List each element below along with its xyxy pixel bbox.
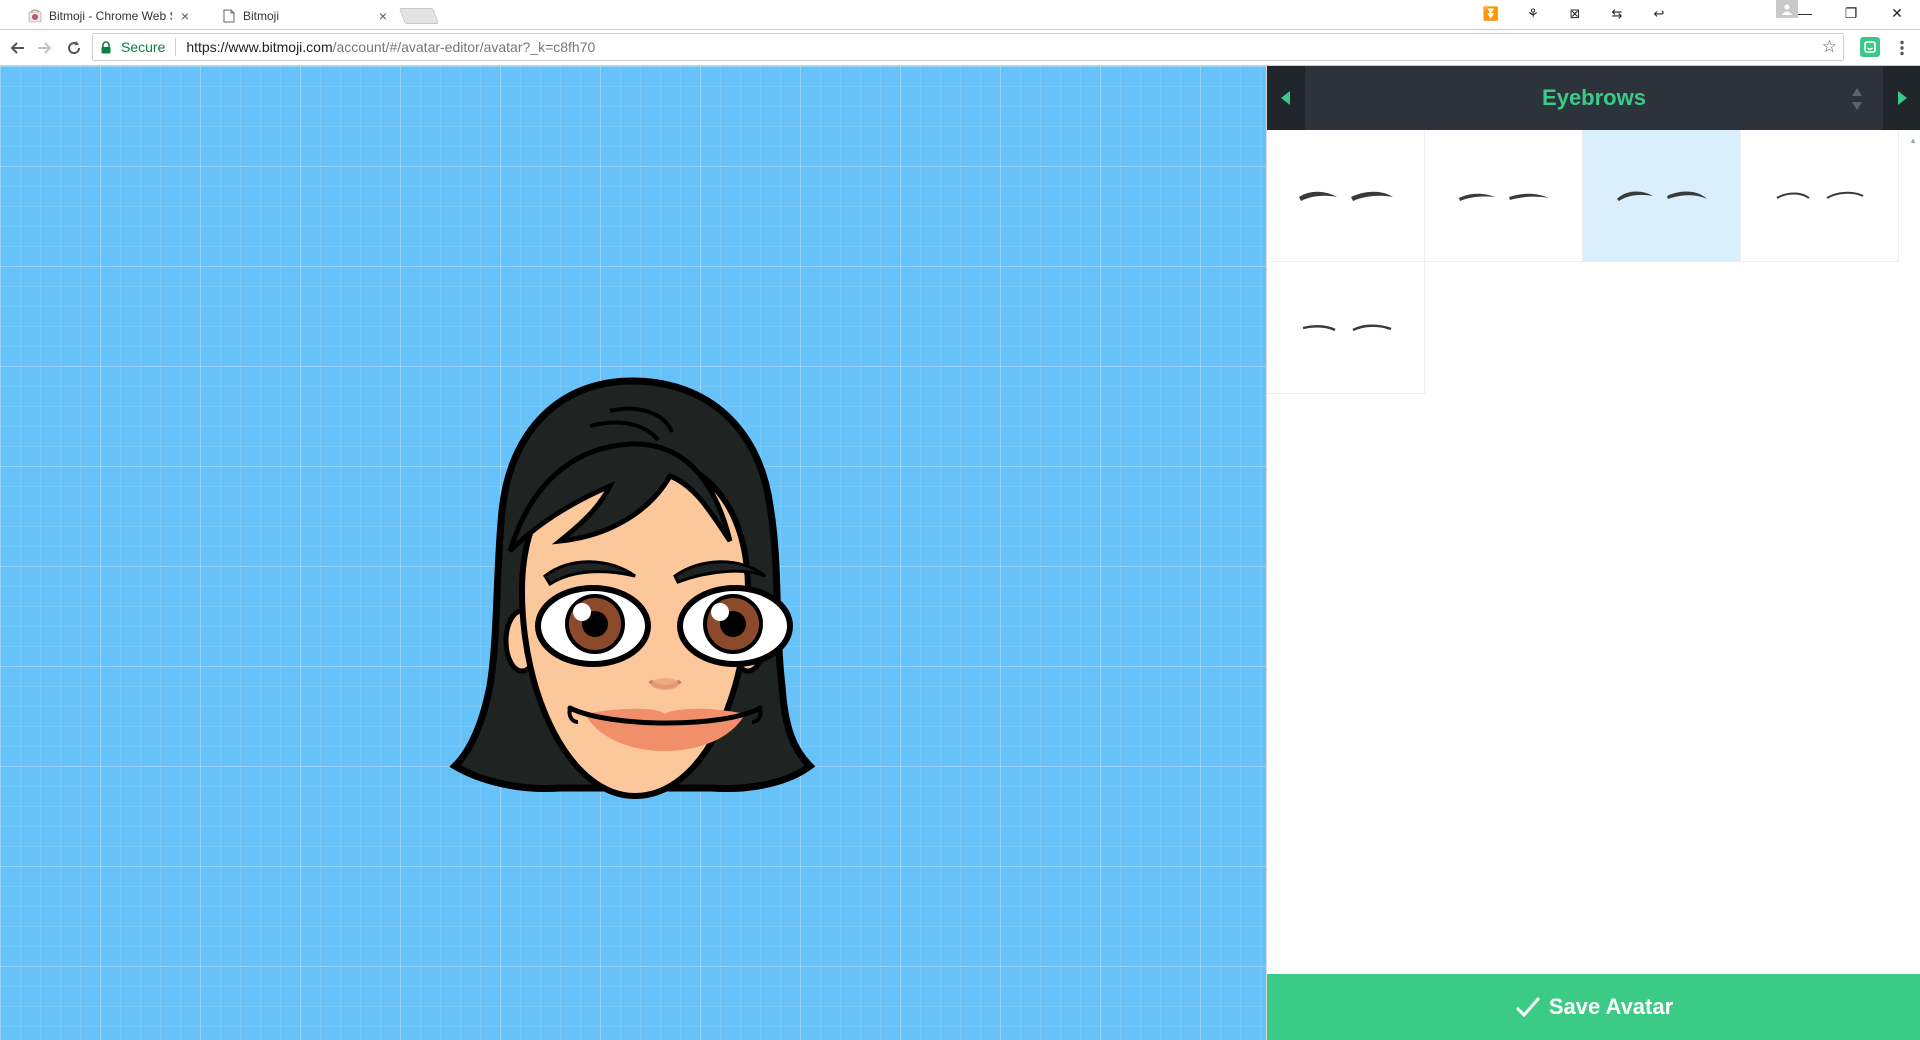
- page-icon: [222, 9, 236, 23]
- category-sort-icon[interactable]: [1851, 88, 1863, 110]
- eyebrow-thin-flat-icon: [1302, 324, 1391, 331]
- close-window-button[interactable]: ✕: [1874, 0, 1920, 26]
- arrow-left-icon: [10, 42, 24, 54]
- minimize-button[interactable]: —: [1782, 0, 1828, 26]
- tab-strip: Bitmoji - Chrome Web St × Bitmoji × ⏬ ⚘ …: [0, 0, 1920, 30]
- triangle-right-icon: [1898, 91, 1907, 105]
- url-path: /account/#/avatar-editor/avatar?_k=c8fh7…: [332, 39, 596, 55]
- eyebrow-option-5[interactable]: [1267, 262, 1425, 394]
- category-header: Eyebrows: [1267, 66, 1920, 130]
- omnibox-separator: [175, 38, 177, 56]
- avatar-face: [449, 377, 816, 800]
- restore-button[interactable]: ❐: [1828, 0, 1874, 26]
- eyebrow-medium-arch-icon: [1616, 190, 1707, 201]
- eyebrow-medium-flat-icon: [1458, 193, 1549, 201]
- eyebrow-option-4[interactable]: [1741, 130, 1899, 262]
- secure-label: Secure: [121, 39, 166, 55]
- extension-flower-icon[interactable]: ⚘: [1522, 4, 1544, 24]
- forward-button[interactable]: [32, 36, 56, 60]
- save-avatar-button[interactable]: Save Avatar: [1267, 974, 1920, 1040]
- back-button[interactable]: [6, 36, 30, 60]
- next-category-button[interactable]: [1883, 66, 1920, 130]
- reload-icon: [68, 41, 81, 55]
- lock-icon: [101, 40, 117, 54]
- extension-icons: ⏬ ⚘ ⊠ ⇆ ↩: [1480, 4, 1670, 24]
- triangle-left-icon: [1281, 91, 1290, 105]
- tab-chrome-web-store[interactable]: Bitmoji - Chrome Web St ×: [10, 2, 202, 30]
- url-host: https://www.bitmoji.com: [186, 39, 333, 55]
- category-title: Eyebrows: [1542, 85, 1646, 110]
- save-avatar-label: Save Avatar: [1548, 994, 1674, 1019]
- extension-swap-icon[interactable]: ⇆: [1606, 4, 1628, 24]
- eyebrow-option-3[interactable]: [1583, 130, 1741, 262]
- avatar-canvas: [0, 66, 1266, 1040]
- tab-title: Bitmoji: [243, 9, 280, 23]
- tab-bitmoji[interactable]: Bitmoji ×: [204, 2, 400, 30]
- address-bar[interactable]: Secure https://www.bitmoji.com/account/#…: [92, 33, 1844, 61]
- extension-return-icon[interactable]: ↩: [1648, 4, 1670, 24]
- star-icon[interactable]: ☆: [1822, 37, 1837, 57]
- arrow-right-icon: [38, 42, 52, 54]
- scrollbar-up-icon[interactable]: ▲: [1909, 136, 1917, 145]
- kebab-menu-icon[interactable]: [1892, 36, 1912, 60]
- tab-close-icon[interactable]: ×: [178, 9, 192, 23]
- extension-box-icon[interactable]: ⊠: [1564, 4, 1586, 24]
- previous-category-button[interactable]: [1267, 66, 1305, 130]
- eyebrow-option-1[interactable]: [1267, 130, 1425, 262]
- chrome-web-store-icon: [28, 9, 42, 23]
- bitmoji-extension-icon[interactable]: [1860, 37, 1880, 57]
- tab-title: Bitmoji - Chrome Web St: [49, 9, 172, 23]
- new-tab-button[interactable]: [399, 8, 439, 24]
- editor-panel: Eyebrows ▲ Save Avatar: [1266, 66, 1920, 1040]
- checkmark-icon: [1515, 996, 1541, 1018]
- tab-close-icon[interactable]: ×: [376, 9, 390, 23]
- browser-toolbar: Secure https://www.bitmoji.com/account/#…: [0, 30, 1920, 66]
- reload-button[interactable]: [62, 36, 86, 60]
- eyebrow-option-2[interactable]: [1425, 130, 1583, 262]
- extension-download-icon[interactable]: ⏬: [1480, 4, 1502, 24]
- eyebrow-thin-arch-icon: [1775, 191, 1863, 199]
- eyebrow-bold-arch-icon: [1298, 191, 1393, 201]
